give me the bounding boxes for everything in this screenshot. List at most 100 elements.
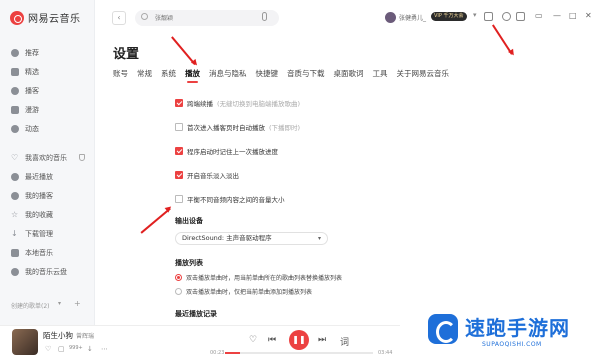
sidebar-item-liked[interactable]: ♡ 我喜欢的音乐 (0, 148, 95, 167)
checkbox[interactable] (175, 171, 183, 179)
sidebar-item-label: 我的收藏 (25, 210, 53, 219)
progress-bar[interactable] (225, 352, 373, 354)
cloud-icon (11, 267, 19, 276)
radio-button[interactable] (175, 274, 182, 281)
radio-button[interactable] (175, 288, 182, 295)
roam-icon (11, 105, 19, 114)
more-icon[interactable]: ⋯ (101, 345, 108, 353)
watermark-logo-icon (428, 314, 458, 344)
sidebar-item-featured[interactable]: 精选 (0, 62, 95, 81)
heart-icon[interactable]: ♡ (45, 345, 51, 353)
total-time: 03:44 (378, 350, 393, 356)
sidebar-item-downloads[interactable]: ↓ 下载管理 (0, 224, 95, 243)
sidebar-item-cloud[interactable]: 我的音乐云盘 (0, 262, 95, 281)
chevron-down-icon[interactable]: ▾ (58, 300, 61, 307)
elapsed-time: 00:23 (210, 350, 225, 356)
voice-search-icon[interactable] (262, 12, 267, 21)
radio-replace-playlist[interactable]: 双击播放单曲时，用当前单曲所在的歌曲列表替换播放列表 (175, 273, 342, 282)
theme-icon[interactable] (516, 12, 525, 21)
back-button[interactable]: ‹ (112, 11, 126, 25)
option-label: 开启音乐淡入淡出 (187, 172, 239, 180)
radio-label: 双击播放单曲时，仅把当前单曲添加到播放列表 (186, 289, 313, 296)
add-playlist-icon[interactable]: + (74, 299, 81, 308)
mail-icon[interactable] (484, 12, 493, 21)
chevron-down-icon[interactable]: ▾ (473, 11, 477, 19)
checkbox[interactable] (175, 99, 183, 107)
maximize-icon[interactable]: □ (569, 11, 577, 20)
sidebar-item-collection[interactable]: ☆ 我的收藏 (0, 205, 95, 224)
previous-icon[interactable]: ⏮ (268, 335, 276, 345)
now-playing[interactable]: 陌生小狗 曾辉瑞 (43, 330, 94, 341)
netease-logo-icon (10, 10, 24, 25)
mini-mode-icon[interactable]: ▭ (535, 11, 543, 20)
sidebar-item-roam[interactable]: 漫游 (0, 100, 95, 119)
option-fade[interactable]: 开启音乐淡入淡出 (175, 170, 239, 180)
sidebar-item-recommend[interactable]: 推荐 (0, 43, 95, 62)
tab-system[interactable]: 系统 (161, 68, 176, 83)
sidebar-item-label: 漫游 (25, 105, 39, 114)
option-podcast-autoplay[interactable]: 首次进入播客页时自动播放 (下播即时) (175, 122, 300, 132)
avatar[interactable] (385, 12, 396, 23)
username[interactable]: 张健勇儿_ (399, 13, 426, 22)
radio-add-to-playlist[interactable]: 双击播放单曲时，仅把当前单曲添加到播放列表 (175, 287, 312, 296)
tab-shortcuts[interactable]: 快捷键 (256, 68, 279, 83)
comment-icon[interactable]: ▢ (58, 345, 65, 353)
option-cross-device-resume[interactable]: 跨端续播 (无缝切换到电脑端播放歌曲) (175, 98, 300, 108)
pause-button[interactable]: ❚❚ (289, 330, 309, 350)
sidebar-item-my-podcast[interactable]: 我的播客 (0, 186, 95, 205)
checkbox[interactable] (175, 195, 183, 203)
tab-desktop-lyrics[interactable]: 桌面歌词 (334, 68, 364, 83)
mode-icon[interactable]: ♡ (249, 335, 257, 345)
option-remember-progress[interactable]: 程序启动时记住上一次播放进度 (175, 146, 278, 156)
sidebar: 网易云音乐 推荐 精选 播客 漫游 动态 ♡ 我喜欢的音乐 最近播放 我的播客 ☆… (0, 0, 95, 325)
tab-playback[interactable]: 播放 (185, 68, 200, 83)
download-icon: ↓ (11, 228, 18, 238)
search-input[interactable] (135, 10, 279, 26)
app-logo[interactable]: 网易云音乐 (10, 10, 81, 25)
sidebar-item-feed[interactable]: 动态 (0, 119, 95, 138)
app-window: 网易云音乐 推荐 精选 播客 漫游 动态 ♡ 我喜欢的音乐 最近播放 我的播客 ☆… (0, 0, 600, 358)
download-icon[interactable]: ↓ (87, 345, 93, 353)
vip-badge[interactable]: VIP 千万大会 (431, 12, 467, 21)
sidebar-item-label: 精选 (25, 67, 39, 76)
search-icon (141, 13, 148, 20)
sidebar-item-label: 推荐 (25, 48, 39, 57)
playlist-heading: 播放列表 (175, 259, 203, 267)
sidebar-item-local[interactable]: 本地音乐 (0, 243, 95, 262)
option-volume-balance[interactable]: 平衡不同音频内容之间的音量大小 (175, 194, 285, 204)
option-label: 首次进入播客页时自动播放 (187, 124, 265, 132)
checkbox[interactable] (175, 147, 183, 155)
watermark: 速跑手游网 SUPAOQISHI.COM (400, 308, 600, 358)
podcast-icon (11, 86, 19, 95)
tab-privacy[interactable]: 消息与隐私 (209, 68, 247, 83)
tab-quality-download[interactable]: 音质与下载 (287, 68, 325, 83)
lyric-button[interactable]: 词 (340, 335, 349, 348)
sidebar-item-recent[interactable]: 最近播放 (0, 167, 95, 186)
close-icon[interactable]: ✕ (585, 11, 592, 20)
gear-icon[interactable] (502, 12, 511, 21)
sidebar-item-label: 动态 (25, 124, 39, 133)
sidebar-item-label: 本地音乐 (25, 248, 53, 257)
watermark-sub: SUPAOQISHI.COM (482, 341, 542, 348)
sidebar-item-podcast[interactable]: 播客 (0, 81, 95, 100)
tab-general[interactable]: 常规 (137, 68, 152, 83)
option-hint: (下播即时) (269, 124, 301, 132)
sidebar-item-label: 下载管理 (25, 229, 53, 238)
checkbox[interactable] (175, 123, 183, 131)
output-device-select[interactable]: DirectSound: 主声音驱动程序 ▾ (175, 232, 328, 245)
select-value: DirectSound: 主声音驱动程序 (182, 234, 272, 242)
tab-account[interactable]: 账号 (113, 68, 128, 83)
next-icon[interactable]: ⏭ (318, 335, 326, 345)
tab-tools[interactable]: 工具 (373, 68, 388, 83)
progress-fill (225, 352, 240, 354)
artist-name[interactable]: 曾辉瑞 (76, 333, 94, 340)
album-cover[interactable] (12, 329, 38, 355)
song-title[interactable]: 陌生小狗 (43, 331, 73, 340)
top-bar: ‹ 张健勇儿_ VIP 千万大会 ▾ ▭ — □ ✕ (95, 0, 600, 36)
chevron-down-icon: ▾ (317, 235, 321, 242)
heart-mode-icon[interactable] (79, 154, 85, 161)
tab-about[interactable]: 关于网易云音乐 (397, 68, 450, 83)
created-playlists-header[interactable]: 创建的歌单(2) (11, 301, 50, 310)
nav-main: 推荐 精选 播客 漫游 动态 (0, 43, 95, 138)
minimize-icon[interactable]: — (553, 11, 561, 20)
